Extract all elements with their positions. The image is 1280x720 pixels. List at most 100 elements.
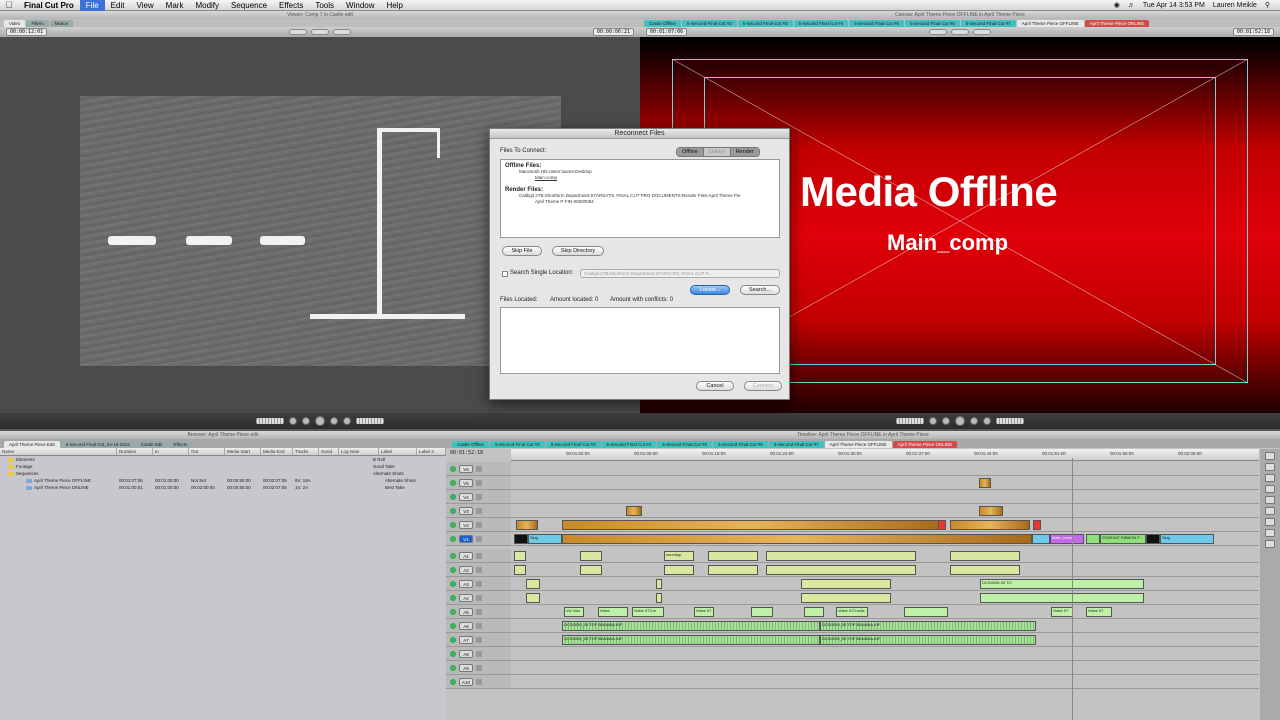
voice-clip[interactable]: Voice 073.m4a [836,607,868,617]
files-located-list[interactable] [500,307,780,374]
audio-clip[interactable] [514,551,526,561]
track-enable-toggle[interactable] [450,580,456,587]
video-clip[interactable] [950,520,1030,530]
jog-control[interactable] [996,418,1024,424]
video-clip[interactable] [979,506,1003,516]
play-in-out-button[interactable] [302,417,310,425]
tab-project[interactable]: April Theme Piece Edit [4,441,60,448]
render-file[interactable]: April Theme P-FIN-00000084 [505,199,775,205]
selection-tool-icon[interactable] [1265,452,1275,460]
play-around-button[interactable] [330,417,338,425]
tab-sequence[interactable]: 5-Second Final Cut #4 [793,20,849,27]
tab-project[interactable]: Castle Edit [135,441,168,448]
video-clip[interactable] [938,520,946,530]
track-label[interactable]: V2 [459,520,473,529]
razor-tool-icon[interactable] [1265,507,1275,515]
tab-sequence[interactable]: 5-Second Final Cut #6 [905,20,960,27]
music-clip[interactable]: DCD0039_05 TOP BANANA.AIF [562,621,820,631]
audio-clip[interactable] [801,579,891,589]
viewer-current-tc[interactable]: 00:00:06:21 [592,28,634,36]
pen-tool-icon[interactable] [1265,540,1275,548]
voice-clip[interactable] [804,607,824,617]
tab-motion[interactable]: Motion [49,20,74,27]
menu-mark[interactable]: Mark [160,0,190,11]
tab-sequence[interactable]: 5-Second Final Cut #2 [681,20,737,27]
video-clip[interactable] [979,478,991,488]
voice-clip[interactable] [751,607,773,617]
list-item[interactable]: Footage Good Take [0,463,446,470]
roll-tool-icon[interactable] [1265,485,1275,493]
next-edit-button[interactable] [983,417,991,425]
track-enable-toggle[interactable] [450,650,456,657]
col-out[interactable]: Out [189,448,225,455]
lock-icon[interactable] [476,507,482,514]
crop-tool-icon[interactable] [1265,529,1275,537]
playhead[interactable] [1072,458,1073,720]
lock-icon[interactable] [476,552,482,559]
skip-file-button[interactable]: Skip File [502,246,542,256]
tab-sequence[interactable]: 5-Second Final Cut #5 [849,20,905,27]
track-label[interactable]: A1 [459,551,473,560]
video-track[interactable]: V5 [446,476,1259,490]
offline-file[interactable]: Main.comp [505,175,775,181]
lock-icon[interactable] [476,622,482,629]
audio-track[interactable]: A4 [446,591,1259,605]
track-label[interactable]: A4 [459,593,473,602]
tab-video[interactable]: Video [4,20,26,27]
track-enable-toggle[interactable] [450,552,456,559]
track-label[interactable]: V4 [459,492,473,501]
video-track[interactable]: V4 [446,490,1259,504]
voice-clip[interactable]: Voice 07 [1051,607,1073,617]
audio-clip[interactable] [580,551,602,561]
audio-clip[interactable] [980,593,1144,603]
audio-track[interactable]: A6 DCD0039_05 TOP BANANA.AIF DCD0039_05 … [446,619,1259,633]
clock[interactable]: Tue Apr 14 3:53 PM [1143,2,1205,9]
video-track[interactable]: V3 [446,504,1259,518]
slug-clip[interactable]: Slug [1160,534,1214,544]
search-button[interactable]: Search... [740,285,780,295]
track-enable-toggle[interactable] [450,664,456,671]
video-track[interactable]: V1 Slug Main_comp STARSAT RIBBON F Slug [446,532,1259,546]
app-menu[interactable]: Final Cut Pro [18,0,80,11]
audio-track[interactable]: A5 Voi Voic Voice Voice 073.m Voice 07 V… [446,605,1259,619]
audio-clip[interactable]: soundup [664,551,694,561]
canvas-duration-tc[interactable]: 00:01:07:06 [646,28,688,36]
track-label[interactable]: V1 [459,534,473,543]
slug-clip[interactable] [1032,534,1050,544]
video-track[interactable]: V2 [446,518,1259,532]
tab-sequence-active[interactable]: April Theme Piece OFFLINE [824,441,892,448]
video-clip[interactable] [514,534,528,544]
edit-select-tool-icon[interactable] [1265,463,1275,471]
audio-track[interactable]: A8 [446,647,1259,661]
wifi-icon[interactable]: ◉ [1114,1,1120,9]
col-tracks[interactable]: Tracks [293,448,319,455]
tab-sequence[interactable]: 5-Second Final Cut #3 [545,441,601,448]
main-comp-clip[interactable]: Main_comp [1050,534,1084,544]
col-label[interactable]: Label [379,448,417,455]
seg-offline[interactable]: Offline [677,148,704,156]
spotlight-icon[interactable]: ⚲ [1265,1,1270,9]
view-popup[interactable] [311,29,329,35]
video-clip[interactable] [1086,534,1100,544]
music-clip[interactable]: DCD0039_05 TOP BANANA.AIF [562,635,820,645]
next-edit-button[interactable] [343,417,351,425]
lock-icon[interactable] [476,664,482,671]
tab-sequence[interactable]: 5-Second Final Cut #3 [737,20,793,27]
menu-view[interactable]: View [130,0,159,11]
lock-icon[interactable] [476,580,482,587]
track-visibility-toggle[interactable] [450,535,456,542]
lock-icon[interactable] [476,608,482,615]
play-button[interactable] [955,416,965,426]
apple-icon[interactable]:  [0,0,18,10]
video-clip[interactable] [516,520,538,530]
audio-track[interactable]: A3 DCD0036 05 TO [446,577,1259,591]
track-enable-toggle[interactable] [450,678,456,685]
col-media-end[interactable]: Media End [261,448,293,455]
col-duration[interactable]: Duration [117,448,153,455]
menu-help[interactable]: Help [381,0,409,11]
audio-track[interactable]: A9 [446,661,1259,675]
audio-clip[interactable] [708,565,758,575]
zoom-popup[interactable] [929,29,947,35]
lock-icon[interactable] [476,650,482,657]
tab-sequence[interactable]: 5-Second Final Cut #6 [713,441,768,448]
